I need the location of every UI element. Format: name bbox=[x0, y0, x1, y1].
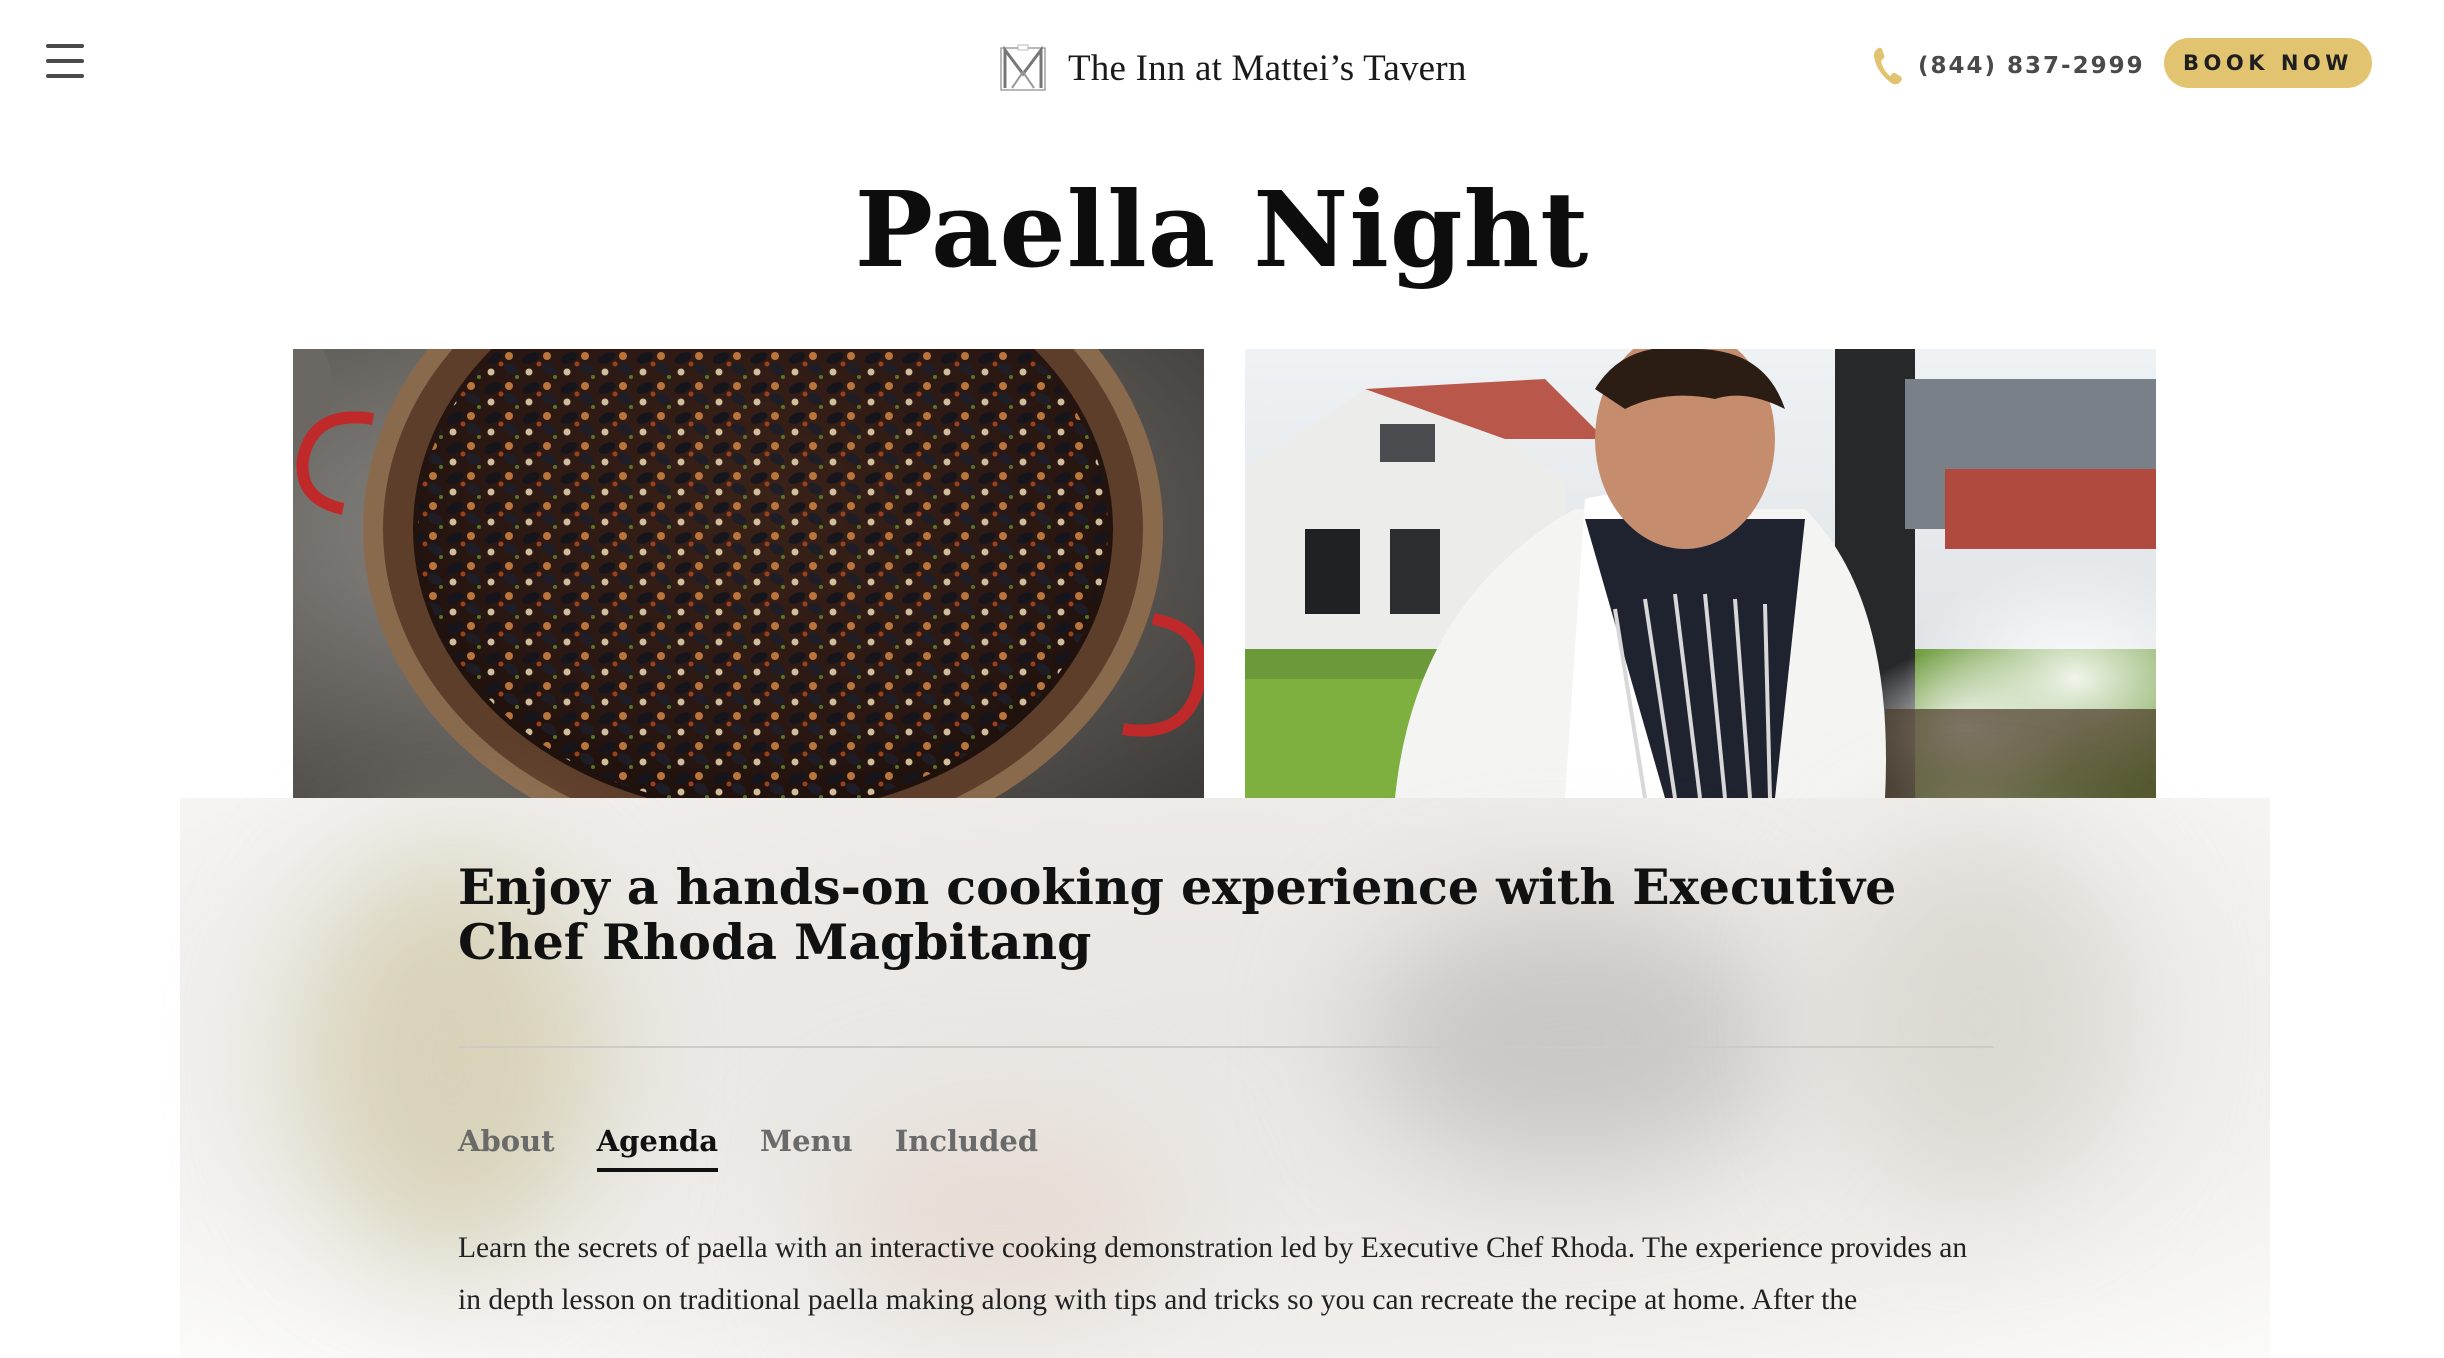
phone-link[interactable]: (844) 837-2999 bbox=[1872, 44, 2145, 88]
book-now-button[interactable]: BOOK NOW bbox=[2164, 38, 2372, 88]
event-subtitle: Enjoy a hands-on cooking experience with… bbox=[458, 858, 1897, 971]
phone-icon bbox=[1874, 47, 1902, 85]
phone-number: (844) 837-2999 bbox=[1918, 53, 2145, 79]
brand-name: The Inn at Mattei’s Tavern bbox=[1068, 47, 1467, 89]
event-tabs: About Agenda Menu Included bbox=[458, 1124, 1038, 1180]
event-subtitle-block: Enjoy a hands-on cooking experience with… bbox=[458, 860, 1994, 970]
page-title: Paella Night bbox=[854, 168, 1590, 291]
hamburger-icon bbox=[46, 44, 84, 48]
site-header: The Inn at Mattei’s Tavern (844) 837-299… bbox=[0, 0, 2444, 130]
tab-about[interactable]: About bbox=[458, 1124, 555, 1168]
paella-image bbox=[293, 349, 1204, 798]
chef-image bbox=[1245, 349, 2156, 798]
tab-menu[interactable]: Menu bbox=[760, 1124, 853, 1168]
section-divider bbox=[458, 1046, 1994, 1048]
hamburger-menu-button[interactable] bbox=[46, 44, 88, 78]
tab-agenda[interactable]: Agenda bbox=[596, 1124, 718, 1172]
tab-included[interactable]: Included bbox=[895, 1124, 1038, 1168]
brand-logo-link[interactable]: The Inn at Mattei’s Tavern bbox=[1000, 42, 1467, 94]
agenda-description: Learn the secrets of paella with an inte… bbox=[458, 1232, 1968, 1316]
mattei-monogram-icon bbox=[1000, 44, 1046, 91]
